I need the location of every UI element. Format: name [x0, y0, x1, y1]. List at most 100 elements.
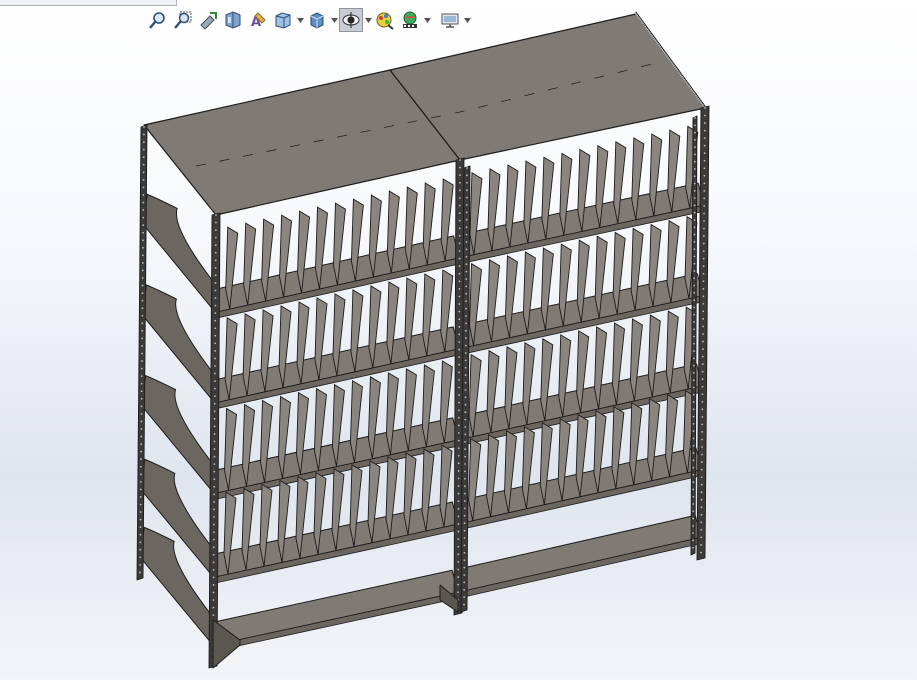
post-hole [636, 14, 639, 17]
post-hole [140, 450, 143, 453]
post-hole [692, 459, 695, 462]
post-hole [701, 378, 704, 381]
post-hole [458, 310, 461, 313]
post-hole [459, 174, 461, 177]
post-hole [465, 300, 467, 303]
post-hole [457, 561, 460, 563]
post-hole [464, 374, 467, 377]
post-hole [464, 337, 467, 340]
post-hole [642, 22, 644, 25]
post-hole [213, 470, 216, 473]
post-hole [692, 503, 695, 505]
post-hole [463, 522, 466, 525]
post-hole [465, 218, 468, 221]
post-hole [464, 426, 467, 428]
post-hole [465, 255, 468, 258]
post-hole [457, 507, 460, 510]
post-hole [458, 303, 461, 305]
post-hole [214, 266, 217, 269]
post-hole [213, 501, 216, 503]
post-hole [635, 13, 637, 15]
post-hole [701, 103, 704, 106]
post-hole [139, 480, 142, 483]
post-hole [457, 416, 460, 419]
post-hole [683, 78, 686, 81]
post-hole [693, 226, 696, 229]
post-hole [458, 379, 460, 381]
post-hole [693, 197, 696, 200]
post-hole [139, 526, 142, 529]
post-hole [662, 50, 665, 53]
post-hole [465, 211, 468, 214]
post-hole [703, 129, 706, 132]
post-hole [701, 438, 703, 441]
post-hole [682, 77, 685, 80]
post-hole [646, 28, 649, 31]
post-hole [214, 327, 217, 330]
post-hole [700, 461, 703, 463]
post-hole [464, 344, 467, 347]
post-hole [458, 212, 461, 214]
post-hole [458, 234, 461, 237]
post-hole [142, 209, 145, 211]
post-hole [459, 159, 461, 161]
post-hole [696, 96, 698, 98]
post-hole [214, 357, 216, 360]
post-hole [692, 488, 695, 491]
post-hole [141, 307, 144, 310]
graphics-viewport[interactable] [0, 0, 917, 680]
post-hole [693, 357, 695, 360]
post-hole [681, 75, 683, 78]
post-hole [141, 337, 144, 340]
post-hole [141, 345, 143, 347]
post-hole [464, 359, 467, 362]
back-left-post [136, 124, 148, 581]
post-hole [679, 74, 682, 76]
post-hole [213, 425, 216, 428]
post-hole [458, 356, 461, 359]
post-hole [692, 481, 695, 484]
post-hole [693, 335, 695, 338]
post-hole [700, 491, 703, 494]
post-hole [648, 31, 651, 34]
post-hole [465, 270, 468, 273]
post-hole [677, 71, 680, 73]
post-hole [139, 541, 142, 544]
post-hole [701, 431, 704, 433]
post-hole [465, 329, 467, 332]
post-hole [693, 350, 695, 352]
post-hole [140, 435, 143, 438]
post-hole [457, 515, 460, 518]
post-hole [214, 289, 217, 292]
post-hole [465, 204, 468, 206]
shelf-surface [457, 514, 702, 593]
post-hole [702, 280, 705, 283]
post-hole [691, 89, 694, 92]
post-hole [457, 454, 460, 457]
post-hole [142, 171, 145, 174]
post-hole [703, 144, 706, 147]
post-hole [142, 163, 145, 166]
post-hole [702, 340, 704, 343]
post-hole [688, 85, 690, 87]
post-hole [139, 556, 142, 559]
post-hole [458, 363, 460, 366]
post-hole [458, 204, 461, 207]
post-hole [140, 405, 143, 408]
post-hole [653, 38, 656, 40]
post-hole [702, 257, 705, 260]
post-hole [702, 287, 705, 290]
post-hole [660, 47, 663, 50]
post-hole [463, 529, 466, 532]
post-hole [212, 599, 215, 601]
post-hole [692, 473, 695, 476]
post-hole [212, 561, 215, 564]
post-hole [692, 466, 695, 469]
post-hole [692, 379, 695, 382]
post-hole [458, 257, 461, 260]
post-hole [457, 576, 460, 578]
post-hole [703, 197, 706, 200]
post-hole [702, 242, 705, 245]
post-hole [139, 548, 142, 551]
post-hole [693, 93, 696, 95]
